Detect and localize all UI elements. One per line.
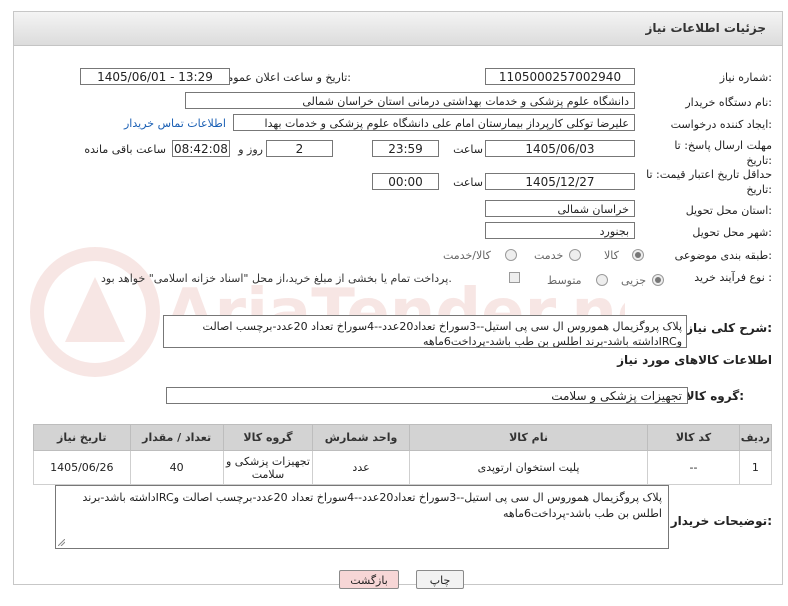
col-header-code: کد کالا bbox=[647, 424, 740, 451]
cell-code: -- bbox=[647, 450, 740, 485]
cell-name: پلیت استخوان ارتوپدی bbox=[408, 450, 649, 485]
process-label: نوع فرآیند خرید : bbox=[694, 271, 772, 284]
buyer-notes-text: پلاک پروگزیمال هموروس ال سی پی استیل--3س… bbox=[82, 491, 662, 520]
col-header-need-date: تاریخ نیاز bbox=[33, 424, 131, 451]
announce-field: 1405/06/01 - 13:29 bbox=[80, 68, 230, 85]
days-label: روز و bbox=[238, 143, 263, 156]
category-label: طبقه بندی موضوعی: bbox=[674, 249, 772, 262]
category-radio-goods-service[interactable] bbox=[505, 249, 517, 261]
deadline-label: مهلت ارسال پاسخ: تا تاریخ: bbox=[674, 139, 772, 167]
deadline-date-field: 1405/06/03 bbox=[485, 140, 635, 157]
goods-section-title: اطلاعات کالاهای مورد نیاز bbox=[617, 353, 772, 367]
city-field: بجنورد bbox=[485, 222, 635, 239]
province-field: خراسان شمالی bbox=[485, 200, 635, 217]
deadline-time-label: ساعت bbox=[453, 143, 483, 156]
deadline-time-field: 23:59 bbox=[372, 140, 439, 157]
col-header-name: نام کالا bbox=[408, 424, 649, 451]
cell-row: 1 bbox=[738, 450, 773, 485]
announce-label: تاریخ و ساعت اعلان عمومی: bbox=[218, 71, 351, 84]
panel-title: جزئیات اطلاعات نیاز bbox=[645, 21, 766, 35]
city-label: شهر محل تحویل: bbox=[692, 226, 772, 239]
process-radio-minor[interactable] bbox=[652, 274, 664, 286]
process-minor-label: جزیی bbox=[621, 274, 647, 287]
col-header-quantity: تعداد / مقدار bbox=[129, 424, 224, 451]
cell-quantity: 40 bbox=[129, 450, 224, 485]
print-button[interactable]: چاپ bbox=[416, 570, 464, 589]
goods-group-label: گروه کالا: bbox=[685, 389, 744, 403]
validity-time-label: ساعت bbox=[453, 176, 483, 189]
days-count-field: 2 bbox=[266, 140, 333, 157]
province-label: استان محل تحویل: bbox=[685, 204, 772, 217]
validity-date-field: 1405/12/27 bbox=[485, 173, 635, 190]
resize-grip-icon[interactable] bbox=[58, 539, 65, 546]
goods-group-field: تجهیزات پزشکی و سلامت bbox=[166, 387, 688, 404]
buyer-field: دانشگاه علوم پزشکی و خدمات بهداشتی درمان… bbox=[185, 92, 635, 109]
treasury-payment-checkbox[interactable] bbox=[509, 272, 520, 283]
cell-need-date: 1405/06/26 bbox=[33, 450, 131, 485]
table-row: 1 -- پلیت استخوان ارتوپدی عدد تجهیزات پز… bbox=[33, 450, 773, 485]
description-label: شرح کلی نیاز: bbox=[686, 321, 772, 335]
category-radio-service[interactable] bbox=[569, 249, 581, 261]
creator-field: علیرضا توکلی کارپرداز بیمارستان امام علی… bbox=[233, 114, 635, 131]
category-goods-service-label: کالا/خدمت bbox=[443, 249, 491, 262]
buyer-label: نام دستگاه خریدار: bbox=[685, 96, 772, 109]
items-table-header: ردیف کد کالا نام کالا واحد شمارش گروه کا… bbox=[33, 424, 773, 451]
items-table: ردیف کد کالا نام کالا واحد شمارش گروه کا… bbox=[33, 424, 773, 485]
description-text: پلاک پروگزیمال هموروس ال سی پی استیل--3س… bbox=[202, 320, 682, 348]
panel-titlebar: جزئیات اطلاعات نیاز bbox=[14, 12, 782, 46]
cell-unit: عدد bbox=[312, 450, 410, 485]
col-header-unit: واحد شمارش bbox=[312, 424, 410, 451]
buyer-notes-textarea[interactable]: پلاک پروگزیمال هموروس ال سی پی استیل--3س… bbox=[55, 485, 669, 549]
validity-time-field: 00:00 bbox=[372, 173, 439, 190]
category-goods-label: کالا bbox=[604, 249, 619, 262]
creator-label: ایجاد کننده درخواست: bbox=[670, 118, 772, 131]
cell-group: تجهیزات پزشکی و سلامت bbox=[222, 450, 314, 485]
remaining-time-field: 08:42:08 bbox=[172, 140, 230, 157]
buyer-notes-label: توضیحات خریدار: bbox=[670, 514, 772, 528]
back-button[interactable]: بازگشت bbox=[339, 570, 399, 589]
remaining-label: ساعت باقی مانده bbox=[84, 143, 166, 156]
col-header-group: گروه کالا bbox=[222, 424, 314, 451]
category-radio-goods[interactable] bbox=[632, 249, 644, 261]
treasury-payment-note: پرداخت تمام یا بخشی از مبلغ خرید،از محل … bbox=[101, 272, 452, 285]
col-header-row: ردیف bbox=[738, 424, 773, 451]
category-service-label: خدمت bbox=[534, 249, 564, 262]
process-medium-label: متوسط bbox=[547, 274, 582, 287]
process-radio-medium[interactable] bbox=[596, 274, 608, 286]
buyer-contact-link[interactable]: اطلاعات تماس خریدار bbox=[124, 117, 226, 130]
description-textarea[interactable]: پلاک پروگزیمال هموروس ال سی پی استیل--3س… bbox=[163, 315, 687, 348]
validity-label: حداقل تاریخ اعتبار قیمت: تا تاریخ: bbox=[646, 168, 772, 196]
need-number-field: 1105000257002940 bbox=[485, 68, 635, 85]
need-number-label: شماره نیاز: bbox=[719, 71, 772, 84]
